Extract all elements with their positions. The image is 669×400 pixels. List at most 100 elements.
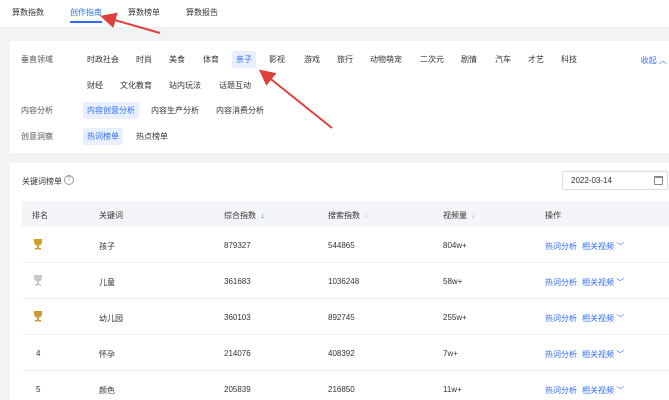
calendar-icon [654,176,663,185]
filter-tag[interactable]: 游戏 [300,51,324,68]
video-count-cell: 7w+ [443,349,458,358]
help-icon[interactable]: ? [64,175,74,185]
video-count-cell: 804w+ [443,241,467,250]
trophy-icon [34,275,42,286]
analysis-label: 内容分析 [21,106,53,115]
filter-panel: 垂直领域 时政社会 时尚 美食 体育 亲子 影视 游戏 旅行 动物萌宠 二次元 剧情 汽车 才艺 科技 财… [10,41,669,153]
list-title: 关键词榜单 [22,177,62,186]
related-videos-dropdown[interactable]: 相关视频 ﹀ [582,241,624,252]
filter-tag[interactable]: 美食 [165,51,189,68]
chevron-up-icon: ︿ [659,56,667,65]
related-videos-label: 相关视频 [582,350,614,359]
trophy-icon [34,239,42,250]
trophy-icon [34,311,42,322]
related-videos-dropdown[interactable]: 相关视频 ﹀ [582,277,624,288]
composite-index-cell: 879327 [224,241,251,250]
col-search[interactable]: 搜索指数 ↓ [328,210,368,221]
filter-tag[interactable]: 内容消费分析 [212,102,268,119]
composite-index-cell: 361683 [224,277,251,286]
keyword-cell: 幼儿园 [99,314,123,323]
hotword-analysis-link[interactable]: 热词分析 [545,385,577,396]
search-index-cell: 1036248 [328,277,360,286]
related-videos-dropdown[interactable]: 相关视频 ﹀ [582,385,624,396]
chevron-down-icon: ﹀ [614,278,625,287]
sort-down-icon: ↓ [258,211,265,220]
sort-down-icon: ↓ [469,211,476,220]
filter-tag[interactable]: 剧情 [457,51,481,68]
hotword-analysis-link[interactable]: 热词分析 [545,277,577,288]
filter-tag[interactable]: 旅行 [333,51,357,68]
filter-tag[interactable]: 动物萌宠 [366,51,406,68]
search-index-cell: 216850 [328,385,355,394]
col-action: 操作 [545,211,561,220]
related-videos-label: 相关视频 [582,314,614,323]
filter-tag[interactable]: 话题互动 [215,77,255,94]
filter-tag[interactable]: 二次元 [416,51,448,68]
filter-tag[interactable]: 时政社会 [83,51,123,68]
collapse-toggle[interactable]: 收起 ︿ [641,55,667,66]
filter-tag[interactable]: 亲子 [232,51,256,68]
keyword-cell: 孩子 [99,242,115,251]
video-count-cell: 11w+ [443,385,462,394]
related-videos-label: 相关视频 [582,242,614,251]
insight-label: 创意洞察 [21,132,53,141]
filter-tag[interactable]: 热词榜单 [83,128,123,145]
filter-tag[interactable]: 文化教育 [116,77,156,94]
sort-down-icon: ↓ [362,211,369,220]
rank-number: 5 [36,385,41,394]
related-videos-label: 相关视频 [582,278,614,287]
hotword-analysis-link[interactable]: 热词分析 [545,349,577,360]
filter-tag[interactable]: 时尚 [132,51,156,68]
search-index-cell: 408392 [328,349,355,358]
date-value: 2022-03-14 [571,176,612,185]
filter-tag[interactable]: 科技 [557,51,581,68]
keyword-cell: 儿童 [99,278,115,287]
table-row: 5 颜色 205839 216850 11w+ 热词分析 相关视频 ﹀ [22,371,669,400]
keyword-ranking-card: 关键词榜单 ? 2022-03-14 排名 关键词 综合指数 ↓ 搜索指数 ↓ … [10,163,669,400]
chevron-down-icon: ﹀ [614,350,625,359]
chevron-down-icon: ﹀ [614,242,625,251]
tab-creation-guide[interactable]: 创作指南 [70,7,102,23]
video-count-cell: 255w+ [443,313,467,322]
col-keyword: 关键词 [99,211,123,220]
chevron-down-icon: ﹀ [614,314,625,323]
composite-index-cell: 360103 [224,313,251,322]
col-composite[interactable]: 综合指数 ↓ [224,210,264,221]
tab-rankings[interactable]: 算数榜单 [128,7,160,18]
rank-number: 4 [36,349,41,358]
hotword-analysis-link[interactable]: 热词分析 [545,313,577,324]
keyword-cell: 颜色 [99,386,115,395]
filter-tag[interactable]: 体育 [199,51,223,68]
search-index-cell: 892745 [328,313,355,322]
composite-index-cell: 205839 [224,385,251,394]
vertical-label: 垂直领域 [21,55,53,64]
chevron-down-icon: ﹀ [614,386,625,395]
filter-tag[interactable]: 影视 [265,51,289,68]
table-row: 孩子 879327 544865 804w+ 热词分析 相关视频 ﹀ [22,227,669,263]
hotword-analysis-link[interactable]: 热词分析 [545,241,577,252]
filter-tag[interactable]: 才艺 [524,51,548,68]
composite-index-cell: 214076 [224,349,251,358]
top-tab-bar: 算数指数 创作指南 算数榜单 算数报告 [0,0,669,28]
filter-tag[interactable]: 内容创意分析 [83,102,139,119]
table-row: 幼儿园 360103 892745 255w+ 热词分析 相关视频 ﹀ [22,299,669,335]
related-videos-dropdown[interactable]: 相关视频 ﹀ [582,349,624,360]
table-row: 儿童 361683 1036248 58w+ 热词分析 相关视频 ﹀ [22,263,669,299]
table-header: 排名 关键词 综合指数 ↓ 搜索指数 ↓ 视频量 ↓ 操作 [22,201,669,227]
date-picker[interactable]: 2022-03-14 [562,171,668,190]
filter-tag[interactable]: 汽车 [491,51,515,68]
col-rank: 排名 [32,211,48,220]
filter-tag[interactable]: 内容生产分析 [147,102,203,119]
related-videos-label: 相关视频 [582,386,614,395]
filter-tag[interactable]: 站内玩法 [165,77,205,94]
keyword-cell: 怀孕 [99,350,115,359]
related-videos-dropdown[interactable]: 相关视频 ﹀ [582,313,624,324]
filter-tag[interactable]: 财经 [83,77,107,94]
video-count-cell: 58w+ [443,277,463,286]
tab-index[interactable]: 算数指数 [12,7,44,18]
table-row: 4 怀孕 214076 408392 7w+ 热词分析 相关视频 ﹀ [22,335,669,371]
col-video[interactable]: 视频量 ↓ [443,210,475,221]
filter-tag[interactable]: 热点榜单 [132,128,172,145]
tab-reports[interactable]: 算数报告 [186,7,218,18]
search-index-cell: 544865 [328,241,355,250]
